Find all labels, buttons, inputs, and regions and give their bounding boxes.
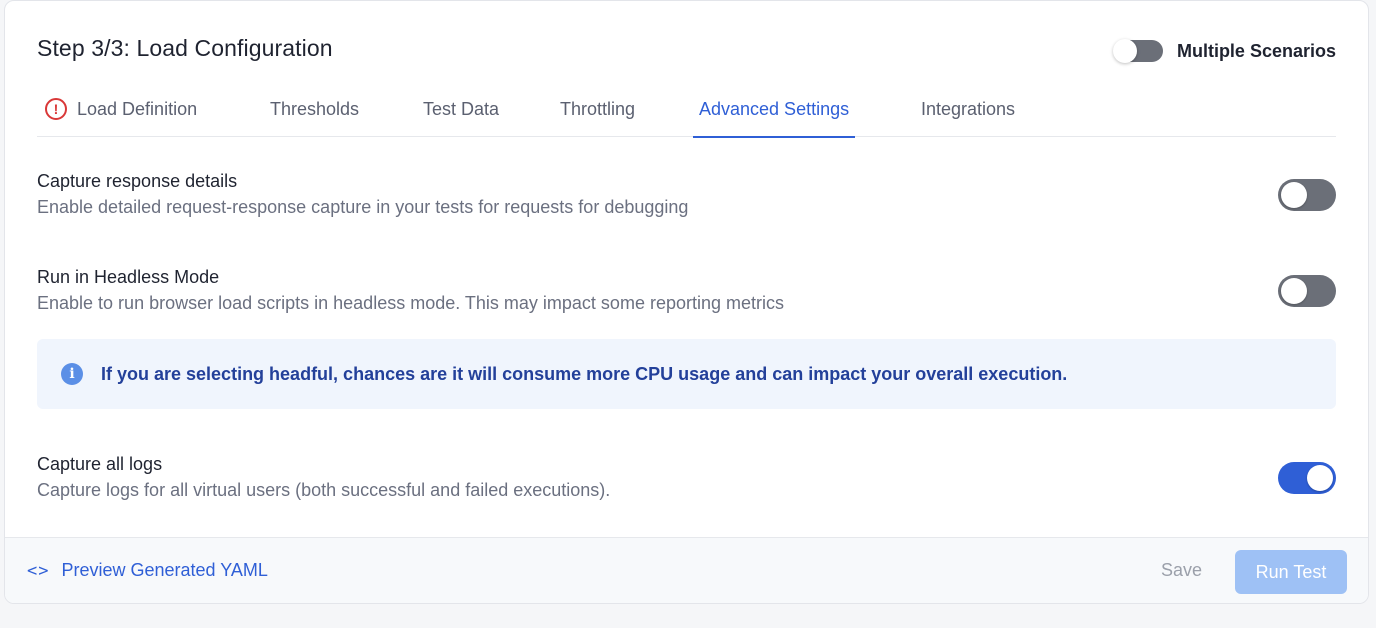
toggle-knob [1307,465,1333,491]
tab-label: Integrations [921,98,1016,119]
setting-description: Enable to run browser load scripts in he… [37,293,784,313]
multiple-scenarios-toggle[interactable] [1112,39,1163,63]
setting-headless-mode: Run in Headless Mode Enable to run brows… [37,267,1336,327]
tab-thresholds[interactable]: Thresholds [264,81,365,137]
setting-description: Enable detailed request-response capture… [37,197,689,217]
multiple-scenarios-label: Multiple Scenarios [1176,40,1336,61]
preview-yaml-label: Preview Generated YAML [61,560,268,580]
tab-integrations[interactable]: Integrations [915,81,1021,137]
setting-capture-all-logs: Capture all logs Capture logs for all vi… [37,454,1336,514]
tab-bar: ! Load Definition Thresholds Test Data T… [37,81,1336,138]
setting-capture-response-details: Capture response details Enable detailed… [37,171,1336,231]
toggle-knob [1281,278,1307,304]
toggle-knob [1281,182,1307,208]
tab-label: Load Definition [77,98,198,119]
multiple-scenarios-control: Multiple Scenarios [1112,38,1336,64]
footer: <> Preview Generated YAML Save Run Test [5,537,1368,603]
info-banner: i If you are selecting headful, chances … [37,339,1336,409]
code-icon: <> [27,560,50,581]
setting-description: Capture logs for all virtual users (both… [37,480,611,500]
preview-yaml-link[interactable]: <> Preview Generated YAML [27,560,268,581]
setting-title: Capture all logs [37,454,163,474]
page-title: Step 3/3: Load Configuration [37,35,333,61]
setting-title: Run in Headless Mode [37,267,220,287]
capture-all-logs-toggle[interactable] [1278,462,1336,494]
tab-advanced-settings[interactable]: Advanced Settings [693,81,856,138]
info-icon: i [61,363,83,385]
headless-mode-toggle[interactable] [1278,275,1336,307]
capture-response-details-toggle[interactable] [1278,179,1336,211]
setting-title: Capture response details [37,171,238,191]
tab-label: Test Data [423,98,500,119]
run-test-button[interactable]: Run Test [1235,550,1347,594]
toggle-knob [1112,39,1137,63]
tab-load-definition[interactable]: ! Load Definition [39,81,203,137]
tab-label: Advanced Settings [699,98,850,119]
load-config-card: Step 3/3: Load Configuration Multiple Sc… [4,0,1369,604]
info-text: If you are selecting headful, chances ar… [101,363,1068,384]
tab-throttling[interactable]: Throttling [554,81,641,137]
save-button[interactable]: Save [1161,560,1202,581]
tab-label: Throttling [560,98,636,119]
tab-test-data[interactable]: Test Data [417,81,505,137]
error-icon: ! [45,98,67,120]
tab-label: Thresholds [270,98,360,119]
